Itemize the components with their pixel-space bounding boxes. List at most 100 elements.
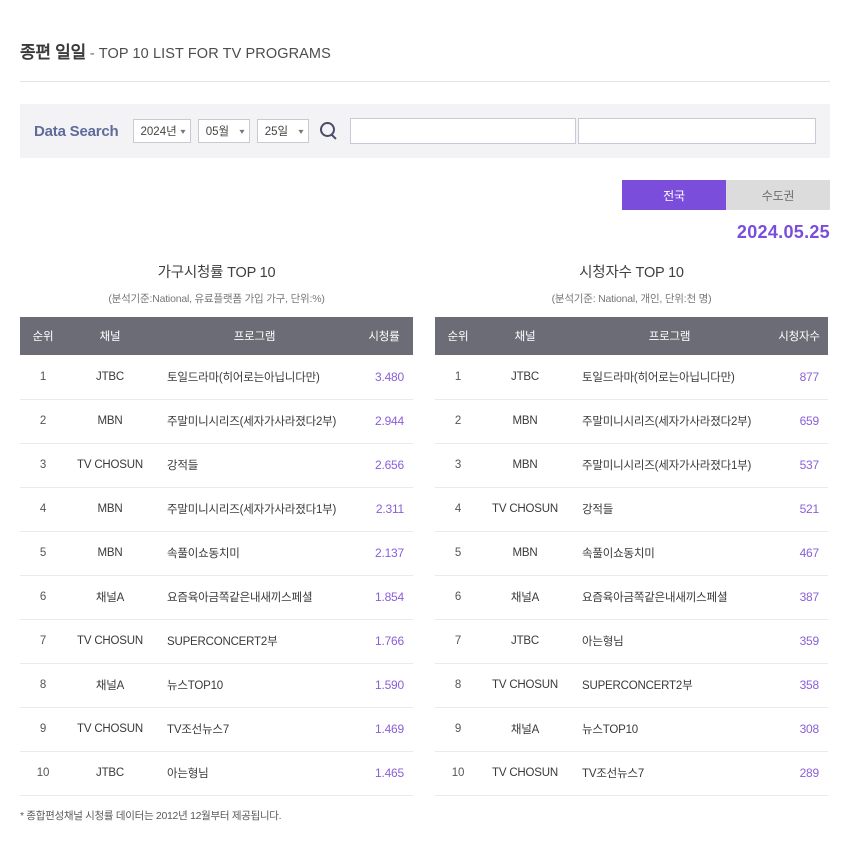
table-row: 6 채널A 요즘육아금쪽같은내새끼스페셜 387 [435, 575, 828, 620]
table-row: 8 TV CHOSUN SUPERCONCERT2부 358 [435, 663, 828, 708]
column-header-program: 프로그램 [154, 317, 355, 355]
cell-value: 467 [770, 531, 828, 576]
table-row: 9 채널A 뉴스TOP10 308 [435, 707, 828, 752]
cell-channel: TV CHOSUN [481, 663, 569, 708]
viewers-table: 순위 채널 프로그램 시청자수 1 JTBC 토일드라마(히어로는아닙니다만) … [435, 317, 828, 796]
search-icon[interactable] [318, 120, 340, 142]
cell-channel: 채널A [66, 575, 154, 620]
table-row: 1 JTBC 토일드라마(히어로는아닙니다만) 877 [435, 355, 828, 400]
footnote: * 종합편성채널 시청률 데이터는 2012년 12월부터 제공됩니다. [20, 809, 282, 822]
cell-channel: TV CHOSUN [481, 751, 569, 796]
cell-rank: 5 [20, 531, 66, 576]
cell-rank: 7 [435, 619, 481, 664]
cell-value: 659 [770, 399, 828, 444]
cell-channel: MBN [481, 531, 569, 576]
table-header-row: 순위 채널 프로그램 시청자수 [435, 317, 828, 355]
table-row: 2 MBN 주말미니시리즈(세자가사라졌다2부) 659 [435, 399, 828, 444]
cell-value: 289 [770, 751, 828, 796]
year-select[interactable]: 2024년 ▾ [132, 119, 191, 143]
cell-program: 아는형님 [569, 619, 770, 664]
household-rating-table: 순위 채널 프로그램 시청률 1 JTBC 토일드라마(히어로는아닙니다만) 3… [20, 317, 413, 796]
cell-value: 1.766 [355, 619, 413, 664]
cell-channel: JTBC [66, 751, 154, 796]
cell-program: 강적들 [154, 443, 355, 488]
cell-channel: TV CHOSUN [481, 487, 569, 532]
table-row: 7 JTBC 아는형님 359 [435, 619, 828, 664]
chevron-down-icon: ▾ [298, 126, 304, 136]
cell-rank: 5 [435, 531, 481, 576]
table-row: 3 TV CHOSUN 강적들 2.656 [20, 443, 413, 488]
column-header-channel: 채널 [481, 317, 569, 355]
column-header-rank: 순위 [20, 317, 66, 355]
household-rating-title: 가구시청률 TOP 10 [157, 265, 276, 281]
cell-channel: JTBC [66, 355, 154, 400]
cell-value: 537 [770, 443, 828, 488]
column-header-rank: 순위 [435, 317, 481, 355]
cell-program: SUPERCONCERT2부 [154, 619, 355, 664]
chevron-down-icon: ▾ [239, 126, 245, 136]
cell-channel: 채널A [66, 663, 154, 708]
cell-rank: 6 [435, 575, 481, 620]
page-title-sub: TOP 10 LIST FOR TV PROGRAMS [98, 46, 331, 62]
month-select[interactable]: 05월 ▾ [197, 119, 250, 143]
cell-value: 387 [770, 575, 828, 620]
cell-program: 토일드라마(히어로는아닙니다만) [569, 355, 770, 400]
cell-rank: 6 [20, 575, 66, 620]
table-row: 5 MBN 속풀이쇼동치미 467 [435, 531, 828, 576]
year-select-value: 2024년 [140, 126, 177, 138]
column-header-value: 시청자수 [770, 317, 828, 355]
region-tab-metro[interactable]: 수도권 [726, 180, 830, 210]
cell-program: 주말미니시리즈(세자가사라졌다2부) [154, 399, 355, 444]
cell-program: TV조선뉴스7 [154, 707, 355, 752]
table-row: 5 MBN 속풀이쇼동치미 2.137 [20, 531, 413, 576]
cell-channel: MBN [66, 487, 154, 532]
region-toggle-row: 전국 수도권 [0, 180, 830, 210]
table-row: 3 MBN 주말미니시리즈(세자가사라졌다1부) 537 [435, 443, 828, 488]
region-tab-nationwide[interactable]: 전국 [622, 180, 726, 210]
household-rating-subtitle: (분석기준:National, 유료플랫폼 가입 가구, 단위:%) [108, 293, 325, 305]
column-header-channel: 채널 [66, 317, 154, 355]
search-input-left[interactable] [349, 118, 577, 144]
cell-rank: 7 [20, 619, 66, 664]
viewers-subtitle: (분석기준: National, 개인, 단위:천 명) [551, 293, 712, 305]
cell-channel: MBN [66, 531, 154, 576]
selected-date: 2024.05.25 [736, 222, 830, 242]
cell-rank: 8 [20, 663, 66, 708]
page-title: 종편 일일 - TOP 10 LIST FOR TV PROGRAMS [0, 0, 850, 63]
cell-program: SUPERCONCERT2부 [569, 663, 770, 708]
cell-rank: 10 [20, 751, 66, 796]
viewers-title: 시청자수 TOP 10 [579, 265, 684, 281]
header-divider [20, 81, 830, 82]
cell-value: 2.944 [355, 399, 413, 444]
cell-rank: 4 [20, 487, 66, 532]
column-header-value: 시청률 [355, 317, 413, 355]
cell-program: 속풀이쇼동치미 [569, 531, 770, 576]
cell-rank: 1 [20, 355, 66, 400]
day-select[interactable]: 25일 ▾ [256, 119, 309, 143]
cell-program: 토일드라마(히어로는아닙니다만) [154, 355, 355, 400]
table-row: 1 JTBC 토일드라마(히어로는아닙니다만) 3.480 [20, 355, 413, 400]
household-rating-table-box: 가구시청률 TOP 10 (분석기준:National, 유료플랫폼 가입 가구… [20, 261, 413, 796]
cell-channel: 채널A [481, 575, 569, 620]
cell-channel: MBN [481, 443, 569, 488]
viewers-table-box: 시청자수 TOP 10 (분석기준: National, 개인, 단위:천 명)… [435, 261, 828, 796]
cell-program: 뉴스TOP10 [569, 707, 770, 752]
cell-program: 주말미니시리즈(세자가사라졌다1부) [569, 443, 770, 488]
cell-value: 521 [770, 487, 828, 532]
search-input-right[interactable] [578, 118, 816, 144]
day-select-value: 25일 [264, 126, 289, 138]
table-row: 10 TV CHOSUN TV조선뉴스7 289 [435, 751, 828, 796]
cell-value: 2.656 [355, 443, 413, 488]
cell-channel: JTBC [481, 355, 569, 400]
column-header-program: 프로그램 [569, 317, 770, 355]
cell-rank: 9 [20, 707, 66, 752]
cell-rank: 2 [20, 399, 66, 444]
cell-value: 1.590 [355, 663, 413, 708]
cell-value: 3.480 [355, 355, 413, 400]
cell-channel: TV CHOSUN [66, 707, 154, 752]
cell-rank: 2 [435, 399, 481, 444]
page-root: 종편 일일 - TOP 10 LIST FOR TV PROGRAMS Data… [0, 0, 850, 856]
cell-value: 358 [770, 663, 828, 708]
table-row: 10 JTBC 아는형님 1.465 [20, 751, 413, 796]
cell-rank: 3 [435, 443, 481, 488]
